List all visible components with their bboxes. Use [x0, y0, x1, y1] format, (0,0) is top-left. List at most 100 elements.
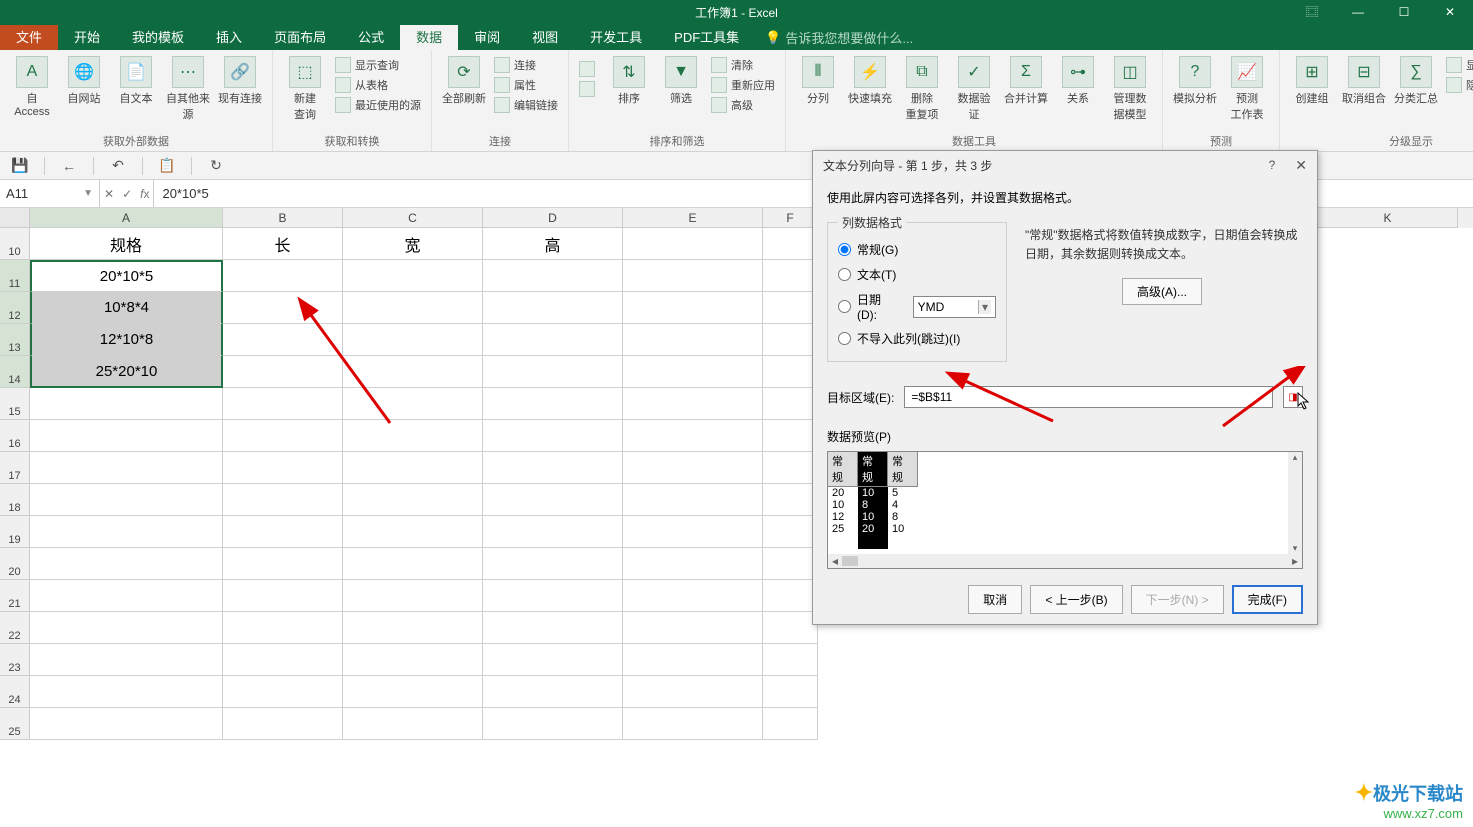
cell-b11[interactable]	[223, 260, 343, 292]
cell-b19[interactable]	[223, 516, 343, 548]
radio-text-input[interactable]	[838, 268, 851, 281]
col-header-c[interactable]: C	[343, 208, 483, 228]
finish-button[interactable]: 完成(F)	[1232, 585, 1303, 614]
cell-f15[interactable]	[763, 388, 818, 420]
cell-c18[interactable]	[343, 484, 483, 516]
cell-e21[interactable]	[623, 580, 763, 612]
cell-f19[interactable]	[763, 516, 818, 548]
maximize-icon[interactable]: ☐	[1381, 0, 1427, 25]
cell-e11[interactable]	[623, 260, 763, 292]
btn-sort[interactable]: ⇅排序	[603, 54, 655, 108]
cell-d22[interactable]	[483, 612, 623, 644]
btn-show-queries[interactable]: 显示查询	[331, 56, 425, 74]
cell-d15[interactable]	[483, 388, 623, 420]
cell-e16[interactable]	[623, 420, 763, 452]
cell-a15[interactable]	[30, 388, 223, 420]
row-header-24[interactable]: 24	[0, 676, 30, 708]
scroll-thumb[interactable]	[842, 556, 858, 566]
cell-b23[interactable]	[223, 644, 343, 676]
cell-c10[interactable]: 宽	[343, 228, 483, 260]
row-header-22[interactable]: 22	[0, 612, 30, 644]
dialog-help-icon[interactable]: ?	[1269, 158, 1276, 172]
btn-hide-detail[interactable]: 隐藏明细数据	[1442, 76, 1473, 94]
cell-b12[interactable]	[223, 292, 343, 324]
ribbon-options-icon[interactable]: ⿴	[1289, 0, 1335, 25]
cell-c12[interactable]	[343, 292, 483, 324]
cell-e19[interactable]	[623, 516, 763, 548]
cell-e20[interactable]	[623, 548, 763, 580]
tab-data[interactable]: 数据	[400, 25, 458, 50]
fx-icon[interactable]: fx	[140, 187, 149, 201]
row-header-12[interactable]: 12	[0, 292, 30, 324]
btn-consolidate[interactable]: Σ合并计算	[1000, 54, 1052, 108]
cell-d20[interactable]	[483, 548, 623, 580]
cell-b17[interactable]	[223, 452, 343, 484]
cell-b25[interactable]	[223, 708, 343, 740]
scroll-right-icon[interactable]: ▸	[1288, 554, 1302, 568]
row-header-15[interactable]: 15	[0, 388, 30, 420]
cell-b14[interactable]	[223, 356, 343, 388]
cell-c21[interactable]	[343, 580, 483, 612]
btn-subtotal[interactable]: ∑分类汇总	[1390, 54, 1442, 108]
tell-me-input[interactable]: 💡 告诉我您想要做什么...	[765, 25, 913, 50]
tab-insert[interactable]: 插入	[200, 25, 258, 50]
btn-flash-fill[interactable]: ⚡快速填充	[844, 54, 896, 108]
radio-skip[interactable]: 不导入此列(跳过)(I)	[838, 326, 996, 351]
cell-e13[interactable]	[623, 324, 763, 356]
cell-a12[interactable]: 10*8*4	[30, 292, 223, 324]
cell-a25[interactable]	[30, 708, 223, 740]
cell-e15[interactable]	[623, 388, 763, 420]
row-header-23[interactable]: 23	[0, 644, 30, 676]
btn-from-table[interactable]: 从表格	[331, 76, 425, 94]
tab-file[interactable]: 文件	[0, 25, 58, 50]
name-box-dropdown-icon[interactable]: ▼	[83, 188, 93, 199]
cell-c13[interactable]	[343, 324, 483, 356]
row-header-11[interactable]: 11	[0, 260, 30, 292]
radio-general[interactable]: 常规(G)	[838, 237, 996, 262]
btn-advanced-filter[interactable]: 高级	[707, 96, 779, 114]
cell-a22[interactable]	[30, 612, 223, 644]
btn-ungroup[interactable]: ⊟取消组合	[1338, 54, 1390, 108]
cell-d13[interactable]	[483, 324, 623, 356]
btn-recent-sources[interactable]: 最近使用的源	[331, 96, 425, 114]
cell-e25[interactable]	[623, 708, 763, 740]
tab-developer[interactable]: 开发工具	[574, 25, 658, 50]
back-button[interactable]: < 上一步(B)	[1030, 585, 1122, 614]
cell-d25[interactable]	[483, 708, 623, 740]
cell-a21[interactable]	[30, 580, 223, 612]
tab-pdf-tools[interactable]: PDF工具集	[658, 25, 755, 50]
cell-c20[interactable]	[343, 548, 483, 580]
btn-forecast-sheet[interactable]: 📈预测 工作表	[1221, 54, 1273, 124]
cell-e10[interactable]	[623, 228, 763, 260]
col-header-f[interactable]: F	[763, 208, 818, 228]
redo-icon[interactable]: 📋	[157, 156, 177, 176]
col-header-k[interactable]: K	[1318, 208, 1458, 228]
radio-date[interactable]: 日期(D): YMD▾	[838, 287, 996, 326]
cell-d19[interactable]	[483, 516, 623, 548]
cell-f25[interactable]	[763, 708, 818, 740]
btn-group[interactable]: ⊞创建组	[1286, 54, 1338, 108]
btn-properties[interactable]: 属性	[490, 76, 562, 94]
cancel-button[interactable]: 取消	[968, 585, 1022, 614]
row-header-18[interactable]: 18	[0, 484, 30, 516]
cell-f11[interactable]	[763, 260, 818, 292]
col-header-a[interactable]: A	[30, 208, 223, 228]
cell-b15[interactable]	[223, 388, 343, 420]
cell-f23[interactable]	[763, 644, 818, 676]
cell-c16[interactable]	[343, 420, 483, 452]
preview-vscroll[interactable]: ▴▾	[1288, 452, 1302, 554]
cell-c19[interactable]	[343, 516, 483, 548]
name-box[interactable]: A11 ▼	[0, 180, 100, 207]
row-header-10[interactable]: 10	[0, 228, 30, 260]
cell-f20[interactable]	[763, 548, 818, 580]
col-header-b[interactable]: B	[223, 208, 343, 228]
cell-a14[interactable]: 25*20*10	[30, 356, 223, 388]
row-header-19[interactable]: 19	[0, 516, 30, 548]
undo-icon[interactable]: ↶	[108, 156, 128, 176]
close-window-icon[interactable]: ✕	[1427, 0, 1473, 25]
btn-existing-conn[interactable]: 🔗现有连接	[214, 54, 266, 108]
col-header-e[interactable]: E	[623, 208, 763, 228]
row-header-21[interactable]: 21	[0, 580, 30, 612]
cell-a18[interactable]	[30, 484, 223, 516]
enter-formula-icon[interactable]: ✓	[122, 187, 132, 201]
